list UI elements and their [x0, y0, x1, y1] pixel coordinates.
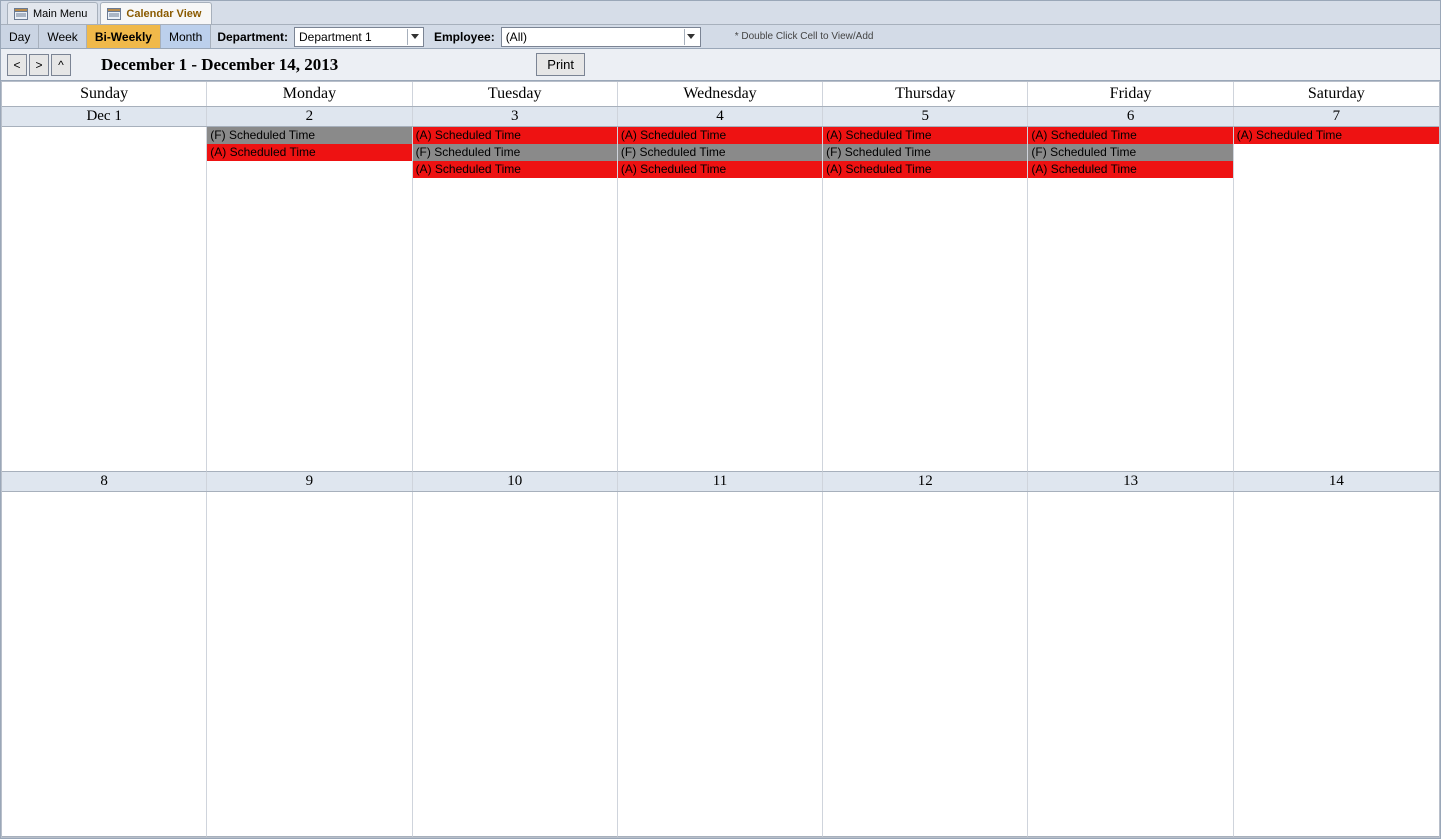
department-value: Department 1 — [299, 30, 407, 44]
tab-label: Calendar View — [126, 8, 201, 20]
view-month-button[interactable]: Month — [161, 25, 211, 48]
day-cell[interactable]: (A) Scheduled Time(F) Scheduled Time(A) … — [823, 127, 1028, 472]
calendar-event[interactable]: (F) Scheduled Time — [618, 144, 822, 161]
date-cell: 4 — [618, 107, 823, 126]
form-icon — [14, 8, 28, 20]
date-cell: 14 — [1234, 472, 1439, 491]
calendar-event[interactable]: (A) Scheduled Time — [823, 127, 1027, 144]
calendar-event[interactable]: (A) Scheduled Time — [823, 161, 1027, 178]
view-biweekly-button[interactable]: Bi-Weekly — [87, 25, 161, 48]
day-cell[interactable]: (A) Scheduled Time(F) Scheduled Time(A) … — [1028, 127, 1233, 472]
day-cell[interactable]: (A) Scheduled Time(F) Scheduled Time(A) … — [618, 127, 823, 472]
employee-value: (All) — [506, 30, 684, 44]
day-cell[interactable] — [1028, 492, 1233, 837]
day-cell[interactable] — [207, 492, 412, 837]
calendar-event[interactable]: (A) Scheduled Time — [1028, 127, 1232, 144]
nav-up-button[interactable]: ^ — [51, 54, 71, 76]
date-cell: 10 — [413, 472, 618, 491]
date-cell: 3 — [413, 107, 618, 126]
dow-wednesday: Wednesday — [618, 82, 823, 106]
view-day-button[interactable]: Day — [1, 25, 39, 48]
date-cell: 7 — [1234, 107, 1439, 126]
chevron-down-icon — [684, 29, 698, 45]
calendar-event[interactable]: (A) Scheduled Time — [207, 144, 411, 161]
calendar-event[interactable]: (A) Scheduled Time — [618, 127, 822, 144]
dow-friday: Friday — [1028, 82, 1233, 106]
day-cell[interactable]: (F) Scheduled Time(A) Scheduled Time — [207, 127, 412, 472]
department-combo[interactable]: Department 1 — [294, 27, 424, 47]
date-range: December 1 - December 14, 2013 — [101, 55, 338, 75]
date-cell: 5 — [823, 107, 1028, 126]
date-cell: 12 — [823, 472, 1028, 491]
day-cell[interactable] — [823, 492, 1028, 837]
nav-next-button[interactable]: > — [29, 54, 49, 76]
day-cell[interactable] — [1234, 492, 1439, 837]
day-cell[interactable]: (A) Scheduled Time(F) Scheduled Time(A) … — [413, 127, 618, 472]
chevron-down-icon — [407, 29, 421, 45]
department-label: Department: — [211, 30, 294, 44]
employee-label: Employee: — [428, 30, 501, 44]
date-cell: 6 — [1028, 107, 1233, 126]
dow-tuesday: Tuesday — [413, 82, 618, 106]
tab-calendar-view[interactable]: Calendar View — [100, 2, 212, 24]
form-icon — [107, 8, 121, 20]
tab-bar: Main Menu Calendar View — [1, 1, 1440, 25]
view-toolbar: Day Week Bi-Weekly Month Department: Dep… — [1, 25, 1440, 49]
tab-label: Main Menu — [33, 8, 87, 20]
date-cell: 11 — [618, 472, 823, 491]
week2-date-row: 8 9 10 11 12 13 14 — [2, 472, 1439, 492]
date-header: < > ^ December 1 - December 14, 2013 Pri… — [1, 49, 1440, 81]
day-cell[interactable] — [2, 127, 207, 472]
week2-body — [2, 492, 1439, 837]
calendar-event[interactable]: (A) Scheduled Time — [1234, 127, 1439, 144]
view-week-button[interactable]: Week — [39, 25, 86, 48]
print-button[interactable]: Print — [536, 53, 585, 76]
calendar-event[interactable]: (F) Scheduled Time — [1028, 144, 1232, 161]
hint-text: * Double Click Cell to View/Add — [735, 31, 874, 42]
day-cell[interactable] — [618, 492, 823, 837]
calendar-event[interactable]: (A) Scheduled Time — [618, 161, 822, 178]
date-cell: 2 — [207, 107, 412, 126]
employee-combo[interactable]: (All) — [501, 27, 701, 47]
app-window: Main Menu Calendar View Day Week Bi-Week… — [0, 0, 1441, 839]
date-cell: 9 — [207, 472, 412, 491]
date-cell: 8 — [2, 472, 207, 491]
calendar-event[interactable]: (F) Scheduled Time — [823, 144, 1027, 161]
nav-prev-button[interactable]: < — [7, 54, 27, 76]
calendar-event[interactable]: (A) Scheduled Time — [1028, 161, 1232, 178]
date-cell: 13 — [1028, 472, 1233, 491]
day-of-week-row: Sunday Monday Tuesday Wednesday Thursday… — [2, 82, 1439, 107]
dow-thursday: Thursday — [823, 82, 1028, 106]
dow-monday: Monday — [207, 82, 412, 106]
calendar-event[interactable]: (F) Scheduled Time — [413, 144, 617, 161]
calendar-event[interactable]: (A) Scheduled Time — [413, 161, 617, 178]
calendar-event[interactable]: (F) Scheduled Time — [207, 127, 411, 144]
dow-saturday: Saturday — [1234, 82, 1439, 106]
week1-body: (F) Scheduled Time(A) Scheduled Time(A) … — [2, 127, 1439, 472]
day-cell[interactable]: (A) Scheduled Time — [1234, 127, 1439, 472]
week1-date-row: Dec 1 2 3 4 5 6 7 — [2, 107, 1439, 127]
calendar-grid: Sunday Monday Tuesday Wednesday Thursday… — [1, 81, 1440, 838]
tab-main-menu[interactable]: Main Menu — [7, 2, 98, 24]
date-cell: Dec 1 — [2, 107, 207, 126]
day-cell[interactable] — [2, 492, 207, 837]
calendar-event[interactable]: (A) Scheduled Time — [413, 127, 617, 144]
day-cell[interactable] — [413, 492, 618, 837]
dow-sunday: Sunday — [2, 82, 207, 106]
